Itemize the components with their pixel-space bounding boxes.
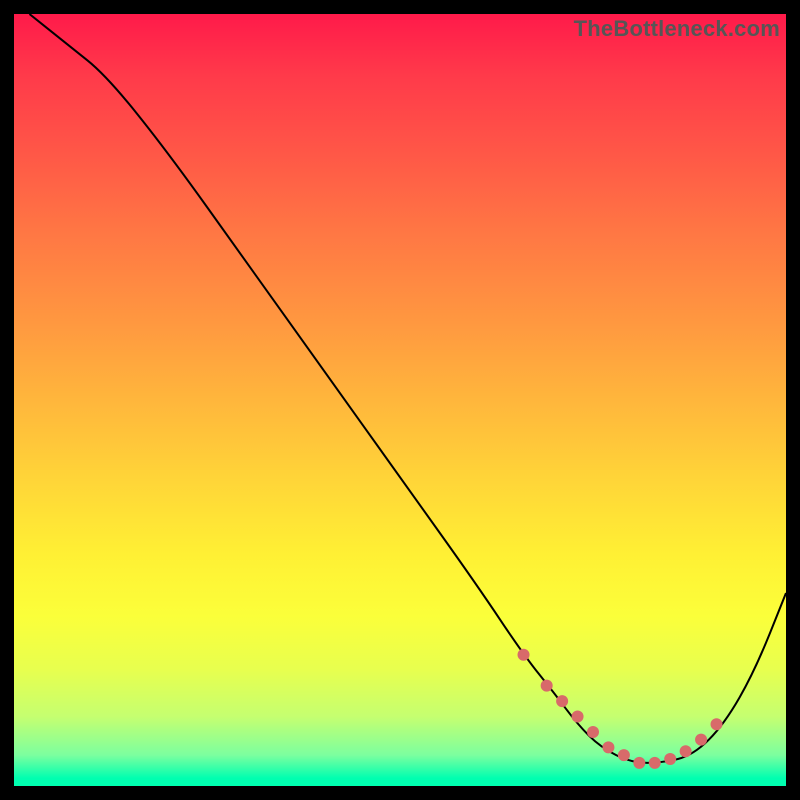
chart-container: TheBottleneck.com [0, 0, 800, 800]
highlight-dot [680, 745, 692, 757]
curve-svg [14, 14, 786, 786]
plot-area: TheBottleneck.com [14, 14, 786, 786]
bottleneck-curve [29, 14, 786, 763]
highlight-dot [572, 711, 584, 723]
highlight-dot [556, 695, 568, 707]
highlight-dot [541, 680, 553, 692]
highlight-dot [618, 749, 630, 761]
highlight-dot [587, 726, 599, 738]
highlight-dot [664, 753, 676, 765]
highlight-dot [518, 649, 530, 661]
highlight-dot [695, 734, 707, 746]
highlight-dot [649, 757, 661, 769]
highlight-dot [602, 741, 614, 753]
highlight-dot [633, 757, 645, 769]
highlight-dots-group [518, 649, 723, 769]
highlight-dot [711, 718, 723, 730]
